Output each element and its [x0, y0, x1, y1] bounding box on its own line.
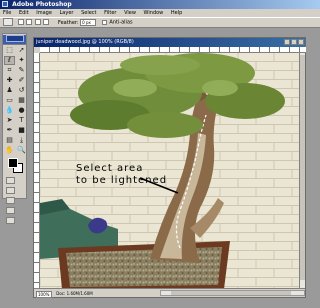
feather-input[interactable]: 0 px — [80, 18, 97, 26]
tool-options-bar: Feather: 0 px Anti-alias — [0, 17, 320, 28]
document-titlebar: juniper deadwood.jpg @ 100% (RGB/8) — [34, 38, 305, 47]
menu-help[interactable]: Help — [171, 10, 182, 16]
intersect-selection-button[interactable] — [43, 19, 50, 25]
slice-tool-icon[interactable]: ✎ — [16, 66, 27, 75]
photoshop-app-icon — [2, 1, 8, 7]
foreground-color-swatch[interactable] — [8, 158, 18, 168]
document-size-info[interactable]: Doc: 1.60M/1.60M — [56, 291, 92, 296]
notes-tool-icon[interactable]: ▤ — [4, 136, 15, 145]
maximize-button[interactable] — [291, 39, 297, 45]
menu-view[interactable]: View — [124, 10, 136, 16]
eraser-tool-icon[interactable]: ▭ — [4, 96, 15, 105]
photoshop-window: Adobe Photoshop File Edit Image Layer Se… — [0, 0, 320, 308]
blur-tool-icon[interactable]: 💧 — [4, 106, 15, 115]
document-title: juniper deadwood.jpg @ 100% (RGB/8) — [36, 39, 134, 45]
menu-image[interactable]: Image — [36, 10, 52, 16]
hand-tool-icon[interactable]: ✋ — [4, 146, 15, 155]
move-tool-icon[interactable]: ➚ — [16, 46, 27, 55]
healing-brush-tool-icon[interactable]: ✚ — [4, 76, 15, 85]
shape-tool-icon[interactable]: ■ — [16, 126, 27, 135]
gradient-tool-icon[interactable]: ▦ — [16, 96, 27, 105]
eyedropper-tool-icon[interactable]: ⤓ — [16, 136, 27, 145]
lasso-tool-icon[interactable]: ℓ — [4, 56, 15, 65]
history-brush-tool-icon[interactable]: ↺ — [16, 86, 27, 95]
image-canvas[interactable]: Select area to be lightened — [40, 53, 300, 289]
pen-tool-icon[interactable]: ✒ — [4, 126, 15, 135]
vertical-scroll-thumb[interactable] — [300, 55, 305, 280]
add-to-selection-button[interactable] — [26, 19, 33, 25]
menu-edit[interactable]: Edit — [19, 10, 29, 16]
menu-window[interactable]: Window — [144, 10, 164, 16]
zoom-tool-icon[interactable]: 🔍 — [16, 146, 27, 155]
toolbox-panel: ⬚ ➚ ℓ ✦ ⌗ ✎ ✚ ✐ ♟ ↺ ▭ ▦ 💧 ● ➤ T ✒ ■ ▤ ⤓ … — [2, 33, 27, 224]
path-selection-tool-icon[interactable]: ➤ — [4, 116, 15, 125]
marquee-tool-icon[interactable]: ⬚ — [4, 46, 15, 55]
dodge-tool-icon[interactable]: ● — [16, 106, 27, 115]
standard-mode-button[interactable] — [6, 177, 15, 184]
vertical-scrollbar[interactable] — [299, 53, 305, 289]
minimize-button[interactable] — [284, 39, 290, 45]
subtract-from-selection-button[interactable] — [34, 19, 41, 25]
menu-bar: File Edit Image Layer Select Filter View… — [0, 9, 320, 17]
feather-label: Feather: — [57, 19, 79, 26]
crop-tool-icon[interactable]: ⌗ — [4, 66, 15, 75]
app-titlebar: Adobe Photoshop — [0, 0, 320, 9]
adobe-online-icon[interactable] — [5, 35, 24, 42]
status-bar: 100% Doc: 1.60M/1.60M — [34, 288, 305, 298]
screen-mode-full-button[interactable] — [6, 207, 15, 214]
document-window: juniper deadwood.jpg @ 100% (RGB/8) Sele… — [33, 37, 306, 298]
type-tool-icon[interactable]: T — [16, 116, 27, 125]
menu-file[interactable]: File — [3, 10, 11, 16]
menu-select[interactable]: Select — [81, 10, 96, 16]
antialias-checkbox[interactable] — [101, 19, 107, 25]
antialias-label: Anti-alias — [109, 19, 133, 26]
zoom-level-field[interactable]: 100% — [36, 290, 52, 298]
new-selection-button[interactable] — [17, 19, 24, 25]
quick-mask-mode-button[interactable] — [6, 187, 15, 194]
horizontal-scrollbar[interactable] — [160, 290, 305, 296]
app-title: Adobe Photoshop — [12, 1, 72, 8]
annotation-line-2: to be lightened — [76, 175, 168, 186]
jump-to-imageready-button[interactable] — [6, 217, 15, 224]
annotation-text: Select area to be lightened — [76, 163, 167, 187]
clone-stamp-tool-icon[interactable]: ♟ — [4, 86, 15, 95]
close-button[interactable] — [298, 39, 304, 45]
brush-tool-icon[interactable]: ✐ — [16, 76, 27, 85]
screen-mode-standard-button[interactable] — [6, 197, 15, 204]
menu-filter[interactable]: Filter — [104, 10, 116, 16]
color-swatches — [5, 158, 24, 174]
toolbox-header — [3, 35, 26, 45]
menu-layer[interactable]: Layer — [60, 10, 74, 16]
horizontal-scroll-thumb[interactable] — [171, 291, 291, 295]
annotation-line-1: Select area — [76, 163, 144, 174]
magic-wand-tool-icon[interactable]: ✦ — [16, 56, 27, 65]
tool-preset-picker[interactable] — [3, 18, 13, 26]
